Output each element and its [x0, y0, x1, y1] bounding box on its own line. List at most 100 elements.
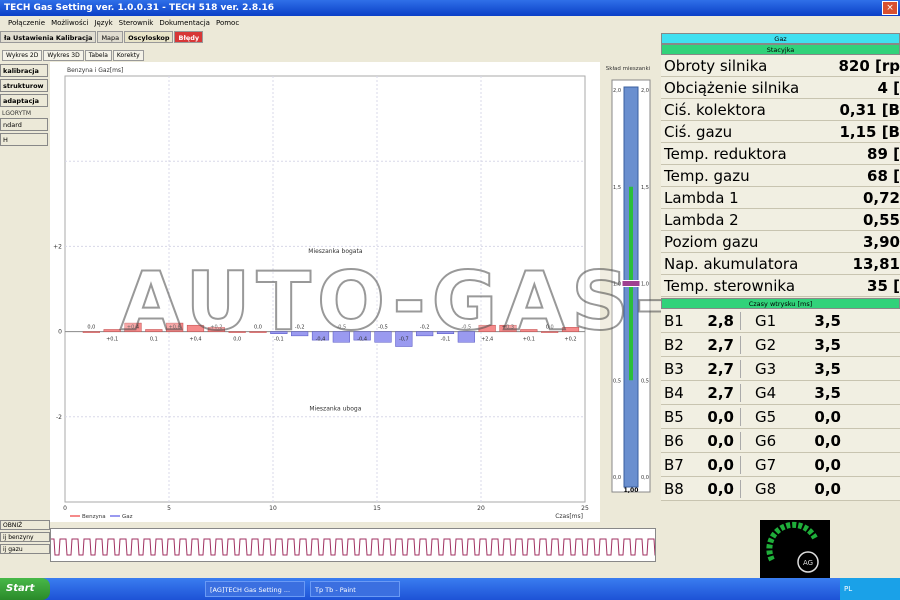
- tab-errors[interactable]: Błędy: [174, 31, 204, 43]
- petrol-injector-label: B8: [664, 479, 684, 498]
- parameter-value: 4 [: [877, 78, 900, 97]
- menu-documentation[interactable]: Dokumentacja: [159, 19, 210, 29]
- gas-injection-button[interactable]: ij gazu: [0, 544, 50, 554]
- parameter-label: Temp. sterownika: [664, 276, 796, 295]
- menu-options[interactable]: Możliwości: [51, 19, 88, 29]
- y-tick-label: +2: [53, 243, 62, 250]
- gas-injector-label: G4: [755, 383, 777, 402]
- parameters-panel: Gaz Stacyjka Obroty silnika 820 [rp Obciąż…: [661, 33, 900, 508]
- petrol-injector-label: B6: [664, 431, 684, 450]
- taskbar: Start [AG]TECH Gas Setting ... Tp Tb - P…: [0, 578, 900, 600]
- gas-injector-time: 0,0: [814, 431, 841, 450]
- parameter-row: Ciś. gazu 1,15 [B: [661, 121, 900, 143]
- parameter-row: Ciś. kolektora 0,31 [B: [661, 99, 900, 121]
- chart-title: Benzyna i Gaz[ms]: [67, 67, 123, 74]
- ignition-header: Stacyjka: [661, 44, 900, 55]
- injector-row: B2 2,7 G2 3,5: [661, 333, 900, 357]
- app-logo: AG: [760, 520, 830, 578]
- tab-settings[interactable]: ła Ustawienia Kalibracja: [0, 31, 97, 43]
- tab-table[interactable]: Tabela: [84, 50, 112, 61]
- parameter-row: Nap. akumulatora 13,81: [661, 253, 900, 275]
- adaptation-button[interactable]: adaptacja: [0, 94, 48, 107]
- rich-mixture-label: Mieszanka bogata: [308, 248, 363, 255]
- window-title: TECH Gas Setting ver. 1.0.0.31 - TECH 51…: [0, 0, 900, 16]
- tab-corrections[interactable]: Korekty: [112, 50, 144, 61]
- algorithm-standard-option[interactable]: ndard: [0, 118, 48, 131]
- bottom-left-controls: OBNIŻ ij benzyny ij gazu: [0, 520, 50, 556]
- parameter-value: 0,72: [862, 188, 900, 207]
- petrol-injector-label: B3: [664, 359, 684, 378]
- close-button[interactable]: ×: [882, 1, 898, 15]
- parameter-row: Temp. sterownika 35 [: [661, 275, 900, 297]
- tab-chart-2d[interactable]: Wykres 2D: [2, 50, 43, 61]
- petrol-injector-time: 0,0: [695, 407, 741, 426]
- task-paint[interactable]: Tp Tb - Paint: [310, 581, 400, 597]
- parameter-value: 0,31 [B: [839, 100, 900, 119]
- menu-connection[interactable]: Połączenie: [8, 19, 45, 29]
- parameter-row: Obroty silnika 820 [rp: [661, 55, 900, 77]
- gas-injector-label: G6: [755, 431, 777, 450]
- menu-help[interactable]: Pomoc: [216, 19, 239, 29]
- menu-controller[interactable]: Sterownik: [119, 19, 154, 29]
- parameter-row: Lambda 1 0,72: [661, 187, 900, 209]
- petrol-injector-time: 0,0: [695, 431, 741, 450]
- correction-bar: [103, 329, 121, 332]
- petrol-injector-time: 0,0: [695, 455, 741, 474]
- gas-injector-label: G3: [755, 359, 777, 378]
- parameter-value: 3,90: [862, 232, 900, 251]
- gas-injector-time: 3,5: [814, 359, 841, 378]
- tab-map[interactable]: Mapa: [97, 31, 124, 43]
- reduce-button[interactable]: OBNIŻ: [0, 520, 50, 530]
- gas-injector-time: 0,0: [814, 455, 841, 474]
- system-tray: PL: [840, 578, 900, 600]
- gas-injector-label: G8: [755, 479, 777, 498]
- gas-injector-label: G5: [755, 407, 777, 426]
- injector-row: B6 0,0 G6 0,0: [661, 429, 900, 453]
- x-tick-label: 25: [581, 505, 589, 512]
- mixture-tick-left: 0,5: [613, 378, 621, 384]
- tab-chart-3d[interactable]: Wykres 3D: [43, 50, 84, 61]
- gas-injector-time: 0,0: [814, 407, 841, 426]
- petrol-injector-label: B4: [664, 383, 684, 402]
- x-tick-label: 5: [167, 505, 171, 512]
- gas-injector-time: 0,0: [814, 479, 841, 498]
- parameter-list: Obroty silnika 820 [rp Obciążenie silnika 4…: [661, 55, 900, 297]
- gas-injector-time: 3,5: [814, 383, 841, 402]
- svg-text:AG: AG: [803, 559, 813, 567]
- legend-benzyna-label: Benzyna: [82, 514, 106, 520]
- petrol-injection-button[interactable]: ij benzyny: [0, 532, 50, 542]
- task-gas-setting[interactable]: [AG]TECH Gas Setting ...: [205, 581, 305, 597]
- tab-oscilloscope[interactable]: Oscyloskop: [124, 31, 174, 43]
- oscilloscope-strip: [50, 528, 663, 562]
- start-button[interactable]: Start: [0, 578, 50, 600]
- parameter-row: Poziom gazu 3,90: [661, 231, 900, 253]
- main-tabs: ła Ustawienia Kalibracja Mapa Oscyloskop…: [0, 31, 204, 43]
- injection-times-header: Czasy wtrysku [ms]: [661, 298, 900, 309]
- injector-row: B7 0,0 G7 0,0: [661, 453, 900, 477]
- petrol-injector-label: B1: [664, 311, 684, 330]
- parameter-row: Temp. reduktora 89 [: [661, 143, 900, 165]
- x-tick-label: 10: [269, 505, 277, 512]
- left-sidebar: kalibracja strukturow adaptacja LGORYTM …: [0, 64, 48, 148]
- algorithm-label: LGORYTM: [2, 110, 32, 117]
- x-tick-label: 20: [477, 505, 485, 512]
- algorithm-h-option[interactable]: H: [0, 133, 48, 146]
- parameter-value: 1,15 [B: [839, 122, 900, 141]
- petrol-injector-label: B7: [664, 455, 684, 474]
- mixture-value: 1,00: [624, 487, 639, 494]
- parameter-label: Ciś. kolektora: [664, 100, 766, 119]
- menu-language[interactable]: Język: [94, 19, 112, 29]
- mixture-tick-right: 2,0: [641, 88, 649, 94]
- legend-gaz-label: Gaz: [122, 514, 133, 520]
- structure-button[interactable]: strukturow: [0, 79, 48, 92]
- mixture-tick-right: 0,5: [641, 378, 649, 384]
- parameter-label: Nap. akumulatora: [664, 254, 799, 273]
- correction-label: +0,1: [106, 337, 118, 343]
- y-tick-label: 0: [58, 329, 62, 336]
- correction-label: 0,0: [87, 325, 95, 331]
- calibration-button[interactable]: kalibracja: [0, 64, 48, 77]
- parameter-label: Poziom gazu: [664, 232, 759, 251]
- menu-bar: Połączenie Możliwości Język Sterownik Do…: [0, 16, 660, 29]
- parameter-label: Obciążenie silnika: [664, 78, 800, 97]
- sub-tabs: Wykres 2D Wykres 3D Tabela Korekty: [2, 50, 145, 61]
